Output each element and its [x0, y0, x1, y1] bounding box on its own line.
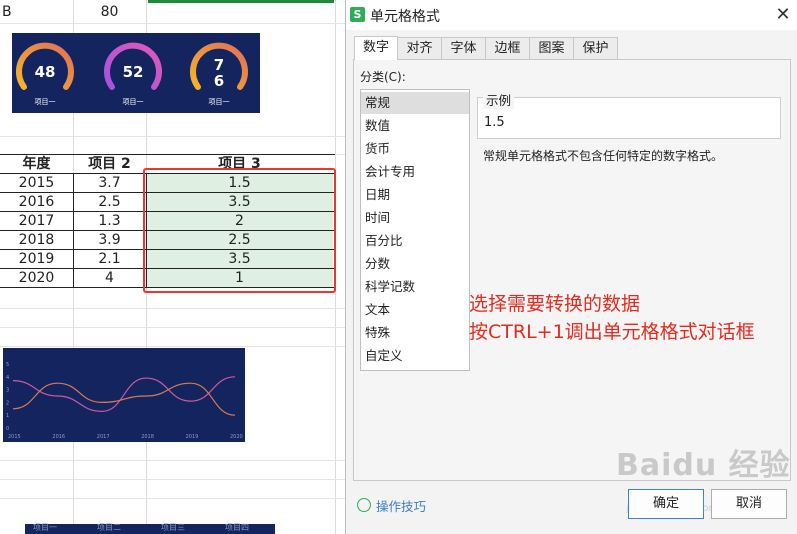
category-item[interactable]: 自定义: [361, 345, 469, 367]
header-year[interactable]: 年度: [0, 154, 73, 174]
cell-item2[interactable]: 3.7: [73, 174, 146, 193]
category-item[interactable]: 文本: [361, 299, 469, 321]
category-label: 分类(C):: [360, 70, 406, 84]
x-tick-label: 2020: [230, 434, 243, 440]
tab-number[interactable]: 数字: [354, 36, 398, 60]
grid-line: [0, 327, 345, 328]
close-icon[interactable]: ✕: [774, 4, 792, 25]
cell-year[interactable]: 2017: [0, 212, 73, 231]
gauge-value: 48: [34, 63, 56, 81]
grid-line: [0, 308, 345, 309]
ok-button[interactable]: 确定: [628, 489, 704, 519]
sample-label: 示例: [483, 90, 515, 109]
cell-b1[interactable]: 80: [73, 3, 146, 22]
category-item[interactable]: 百分比: [361, 230, 469, 252]
cell-item2[interactable]: 2.1: [73, 250, 146, 269]
cell-item2[interactable]: 4: [73, 269, 146, 288]
app-icon: S: [350, 7, 365, 22]
dialog-title: 单元格格式: [370, 9, 440, 25]
gauge-dashboard[interactable]: 48 项目一 52 项目一 7 6 项目一: [12, 33, 260, 113]
gauge: 48 项目一: [14, 39, 76, 109]
tips-link[interactable]: 操作技巧: [376, 496, 426, 515]
x-tick-label: 2015: [8, 434, 21, 440]
gauge: 52 项目一: [102, 39, 164, 109]
tab-alignment[interactable]: 对齐: [397, 37, 442, 59]
grid-line: [0, 498, 345, 499]
grid-line: [0, 479, 345, 480]
category-item[interactable]: 时间: [361, 207, 469, 229]
tab-protection[interactable]: 保护: [573, 37, 618, 59]
strip-label: 项目一: [33, 523, 57, 532]
spreadsheet[interactable]: B 80 48 项目一 52 项目一 7 6 项目一 年度 项目 2 项目 3 …: [0, 0, 345, 534]
grid-line: [0, 460, 345, 461]
y-tick-label: 3: [6, 388, 9, 394]
strip-label: 项目三: [161, 523, 185, 532]
selected-cell-border: [148, 0, 334, 3]
cell-year[interactable]: 2019: [0, 250, 73, 269]
strip-label: 项目二: [97, 523, 121, 532]
y-tick-label: 1: [6, 413, 9, 419]
category-item[interactable]: 货币: [361, 138, 469, 160]
y-tick-label: 0: [6, 426, 9, 432]
cell-item2[interactable]: 2.5: [73, 193, 146, 212]
gauge-label: 项目一: [208, 98, 230, 106]
cell-item2[interactable]: 3.9: [73, 231, 146, 250]
cell-year[interactable]: 2018: [0, 231, 73, 250]
category-item[interactable]: 会计专用: [361, 161, 469, 183]
tab-border[interactable]: 边框: [485, 37, 530, 59]
gauge-value: 52: [122, 63, 144, 81]
category-item[interactable]: 特殊: [361, 322, 469, 344]
cell-a1[interactable]: B: [2, 3, 22, 22]
cell-year[interactable]: 2015: [0, 174, 73, 193]
format-description: 常规单元格格式不包含任何特定的数字格式。: [483, 149, 724, 163]
line-chart-svg: 5 4 3 2 1 0 2015 2016 2017 2018 2019 2020: [6, 362, 243, 440]
bottom-chart-strip: 项目一 项目二 项目三 项目四: [25, 523, 275, 534]
cell-year[interactable]: 2020: [0, 269, 73, 288]
cell-year[interactable]: 2016: [0, 193, 73, 212]
category-item[interactable]: 数值: [361, 115, 469, 137]
cell-item2[interactable]: 1.3: [73, 212, 146, 231]
y-tick-label: 2: [6, 400, 9, 406]
y-tick-label: 5: [6, 362, 9, 368]
annotation-line-2: 按CTRL+1调出单元格格式对话框: [469, 321, 755, 343]
category-item[interactable]: 科学记数: [361, 276, 469, 298]
dialog-titlebar[interactable]: S 单元格格式 ✕: [346, 0, 797, 30]
category-item-general[interactable]: 常规: [361, 92, 469, 114]
category-list[interactable]: 常规 数值 货币 会计专用 日期 时间 百分比 分数 科学记数 文本 特殊 自定…: [360, 89, 470, 371]
grid-line: [0, 23, 345, 24]
gauge: 7 6 项目一: [188, 39, 250, 109]
series-line: [12, 376, 236, 412]
x-tick-label: 2018: [141, 434, 154, 440]
tab-pattern[interactable]: 图案: [529, 37, 574, 59]
gauge-label: 项目一: [34, 98, 56, 106]
selection-highlight-box: [143, 168, 336, 293]
x-tick-label: 2017: [97, 434, 110, 440]
strip-label: 项目四: [225, 523, 249, 532]
format-cells-dialog: S 单元格格式 ✕ 数字 对齐 字体 边框 图案 保护 分类(C): 常规 数值…: [345, 0, 797, 534]
grid-line: [0, 346, 345, 347]
gauge-label: 项目一: [122, 98, 144, 106]
annotation-line-1: 选择需要转换的数据: [469, 293, 641, 315]
category-item[interactable]: 分数: [361, 253, 469, 275]
sample-box: [477, 97, 781, 139]
x-tick-label: 2019: [186, 434, 199, 440]
line-chart[interactable]: 5 4 3 2 1 0 2015 2016 2017 2018 2019 2020: [3, 348, 245, 442]
grid-line: [0, 136, 345, 137]
tab-font[interactable]: 字体: [441, 37, 486, 59]
header-item2[interactable]: 项目 2: [73, 154, 146, 174]
sample-value: 1.5: [484, 115, 505, 130]
y-tick-label: 4: [6, 375, 9, 381]
gauge-value: 7 6: [213, 56, 225, 90]
play-icon: [357, 498, 371, 512]
watermark: Baidu 经验: [616, 448, 791, 483]
category-item[interactable]: 日期: [361, 184, 469, 206]
cancel-button[interactable]: 取消: [711, 489, 787, 519]
x-tick-label: 2016: [52, 434, 65, 440]
